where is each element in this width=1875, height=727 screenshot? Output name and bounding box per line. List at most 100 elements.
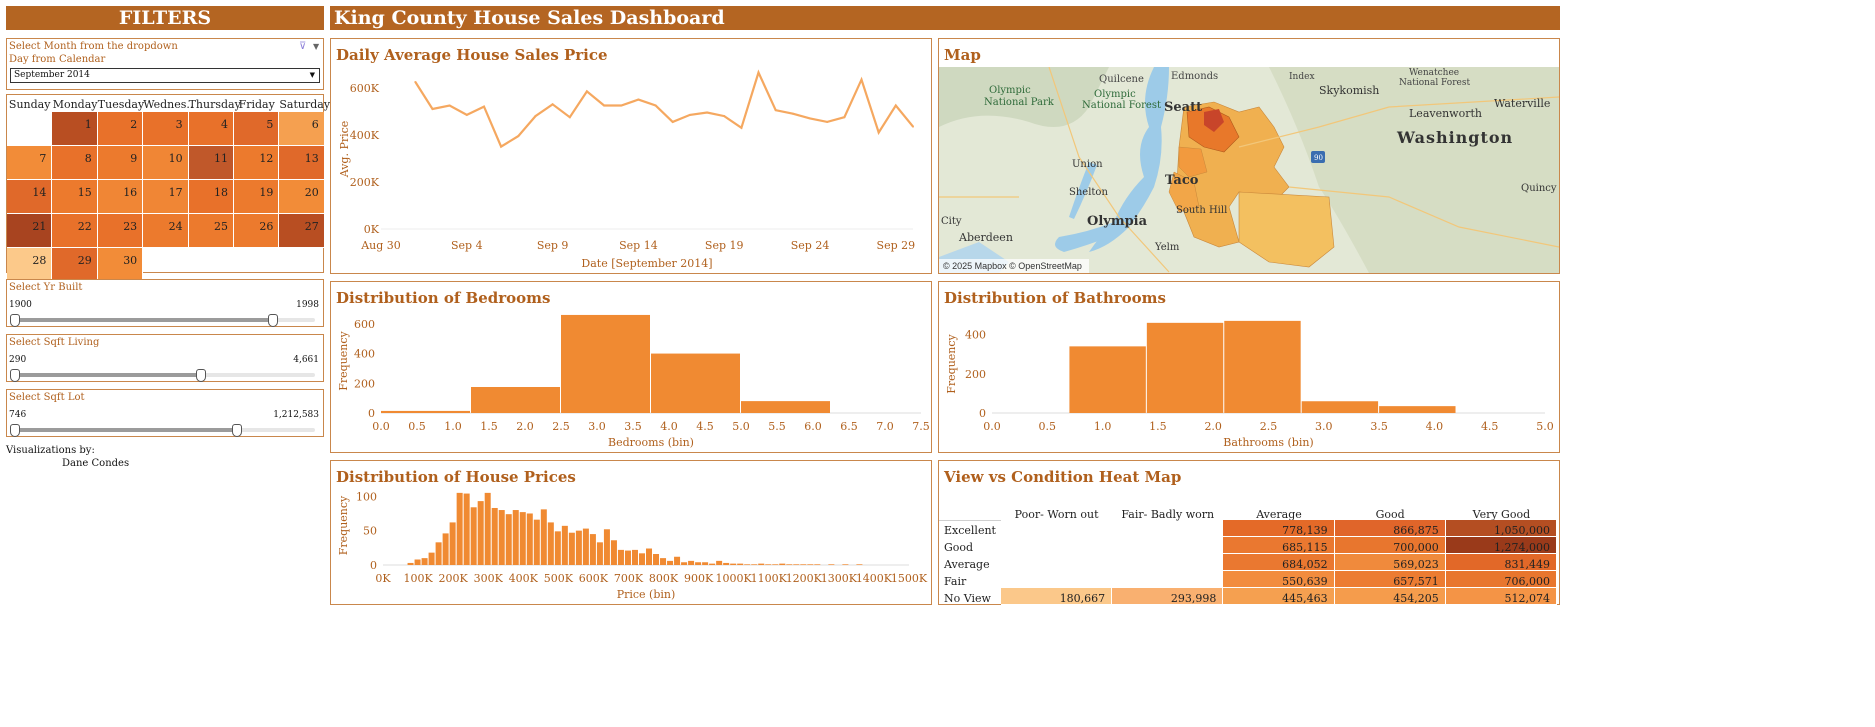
yr-built-min-handle[interactable] [10,314,20,327]
yr-built-max-handle[interactable] [268,314,278,327]
heatmap-cell[interactable]: 1,274,000 [1445,537,1557,554]
heatmap-cell[interactable]: 180,667 [1001,588,1113,605]
calendar-day-14[interactable]: 14 [7,180,53,214]
calendar-day-30[interactable]: 30 [97,248,144,282]
calendar-day-28[interactable]: 28 [7,248,53,282]
calendar-day-20[interactable]: 20 [279,180,325,214]
heatmap-cell[interactable]: 569,023 [1334,554,1446,571]
calendar-day-22[interactable]: 22 [52,214,98,248]
histogram-bar [582,528,589,565]
heatmap-cell[interactable] [1001,554,1113,571]
map-label-seattle: Seatt [1164,100,1202,115]
heatmap-cell[interactable]: 454,205 [1334,588,1446,605]
map-label-i90: 90 [1314,154,1323,162]
calendar-day-15[interactable]: 15 [52,180,98,214]
calendar-day-13[interactable]: 13 [279,146,325,180]
calendar-day-29[interactable]: 29 [52,248,98,282]
histogram-bar [688,560,695,565]
heatmap-cell[interactable]: 778,139 [1223,520,1335,537]
calendar-day-16[interactable]: 16 [97,180,144,214]
heatmap-cell[interactable]: 685,115 [1223,537,1335,554]
dashboard-title: King County House Sales Dashboard [330,6,1560,30]
x-tick-3: 1.5 [1149,420,1167,433]
calendar-day-1[interactable]: 1 [52,112,98,146]
heatmap-cell[interactable] [1112,520,1224,537]
heatmap-cell[interactable]: 684,052 [1223,554,1335,571]
heatmap-cell[interactable] [1112,571,1224,588]
avg-price-point [414,80,417,83]
histogram-bar [505,514,512,565]
heatmap-cell[interactable]: 700,000 [1334,537,1446,554]
clear-filter-icon[interactable]: ⊽ [299,41,306,52]
x-tick-6: 3.0 [1315,420,1333,433]
calendar-day-6[interactable]: 6 [279,112,325,146]
heatmap-cell[interactable]: 445,463 [1223,588,1335,605]
calendar-day-26[interactable]: 26 [234,214,280,248]
x-tick-0: Aug 30 [360,239,401,252]
avg-price-point [500,145,503,148]
calendar-day-18[interactable]: 18 [188,180,234,214]
map-canvas[interactable]: Quilcene Edmonds Index Wenatchee Nationa… [939,67,1559,273]
heatmap-cell[interactable]: 1,050,000 [1445,520,1557,537]
histogram-bar [519,512,526,565]
sqft-living-max-handle[interactable] [196,369,206,382]
x-tick-2: 200K [439,572,469,585]
calendar-day-19[interactable]: 19 [234,180,280,214]
calendar-day-24[interactable]: 24 [143,214,189,248]
calendar-day-5[interactable]: 5 [234,112,280,146]
calendar-day-3[interactable]: 3 [143,112,189,146]
calendar-day-8[interactable]: 8 [52,146,98,180]
calendar-day-7[interactable]: 7 [7,146,53,180]
heatmap-cell[interactable]: 293,998 [1112,588,1224,605]
x-tick-5: Sep 24 [791,239,830,252]
heatmap-cell[interactable]: 866,875 [1334,520,1446,537]
x-tick-7: 700K [614,572,644,585]
histogram-bar [695,562,702,565]
histogram-bar [512,510,519,565]
heatmap-row-label-1: Good [944,541,974,554]
heatmap-cell[interactable]: 512,074 [1445,588,1557,605]
heatmap-cell[interactable]: 657,571 [1334,571,1446,588]
x-tick-13: 1300K [821,572,858,585]
calendar-day-12[interactable]: 12 [234,146,280,180]
sqft-lot-min-handle[interactable] [10,424,20,437]
x-tick-14: 7.0 [876,420,894,433]
avg-price-point [723,115,726,118]
heatmap-cell[interactable]: 550,639 [1223,571,1335,588]
calendar-day-2[interactable]: 2 [97,112,144,146]
x-axis-label: Date [September 2014] [581,257,712,270]
x-tick-2: Sep 9 [537,239,569,252]
histogram-bar [407,562,414,565]
month-dropdown-value: September 2014 [14,70,90,80]
calendar-day-23[interactable]: 23 [97,214,144,248]
heatmap-cell[interactable] [1001,537,1113,554]
month-dropdown[interactable]: September 2014 ▼ [10,68,320,83]
histogram-bar [667,560,674,565]
sqft-living-min-handle[interactable] [10,369,20,382]
calendar-day-11[interactable]: 11 [188,146,234,180]
filter-menu-icon[interactable]: ▼ [313,42,319,51]
calendar-day-10[interactable]: 10 [143,146,189,180]
histogram-bar [814,564,821,565]
avg-price-point [706,111,709,114]
calendar-day-9[interactable]: 9 [97,146,144,180]
heatmap-cell[interactable] [1112,537,1224,554]
heatmap-cell[interactable]: 706,000 [1445,571,1557,588]
calendar-day-17[interactable]: 17 [143,180,189,214]
heatmap-cell[interactable] [1001,571,1113,588]
heatmap-cell[interactable] [1001,520,1113,537]
heatmap-cell[interactable]: 831,449 [1445,554,1557,571]
x-tick-5: 2.5 [1260,420,1278,433]
y-tick-2: 100 [356,490,377,503]
calendar-day-25[interactable]: 25 [188,214,234,248]
map-label-olympic-np-1: Olympic [989,85,1031,96]
calendar-day-27[interactable]: 27 [279,214,325,248]
heatmap-row-label-0: Excellent [944,524,996,537]
y-tick-1: 50 [363,525,377,538]
calendar-day-4[interactable]: 4 [188,112,234,146]
heatmap-cell[interactable] [1112,554,1224,571]
histogram-bar [624,550,631,565]
calendar-day-21[interactable]: 21 [7,214,53,248]
histogram-bar [589,534,596,565]
sqft-lot-max-handle[interactable] [232,424,242,437]
